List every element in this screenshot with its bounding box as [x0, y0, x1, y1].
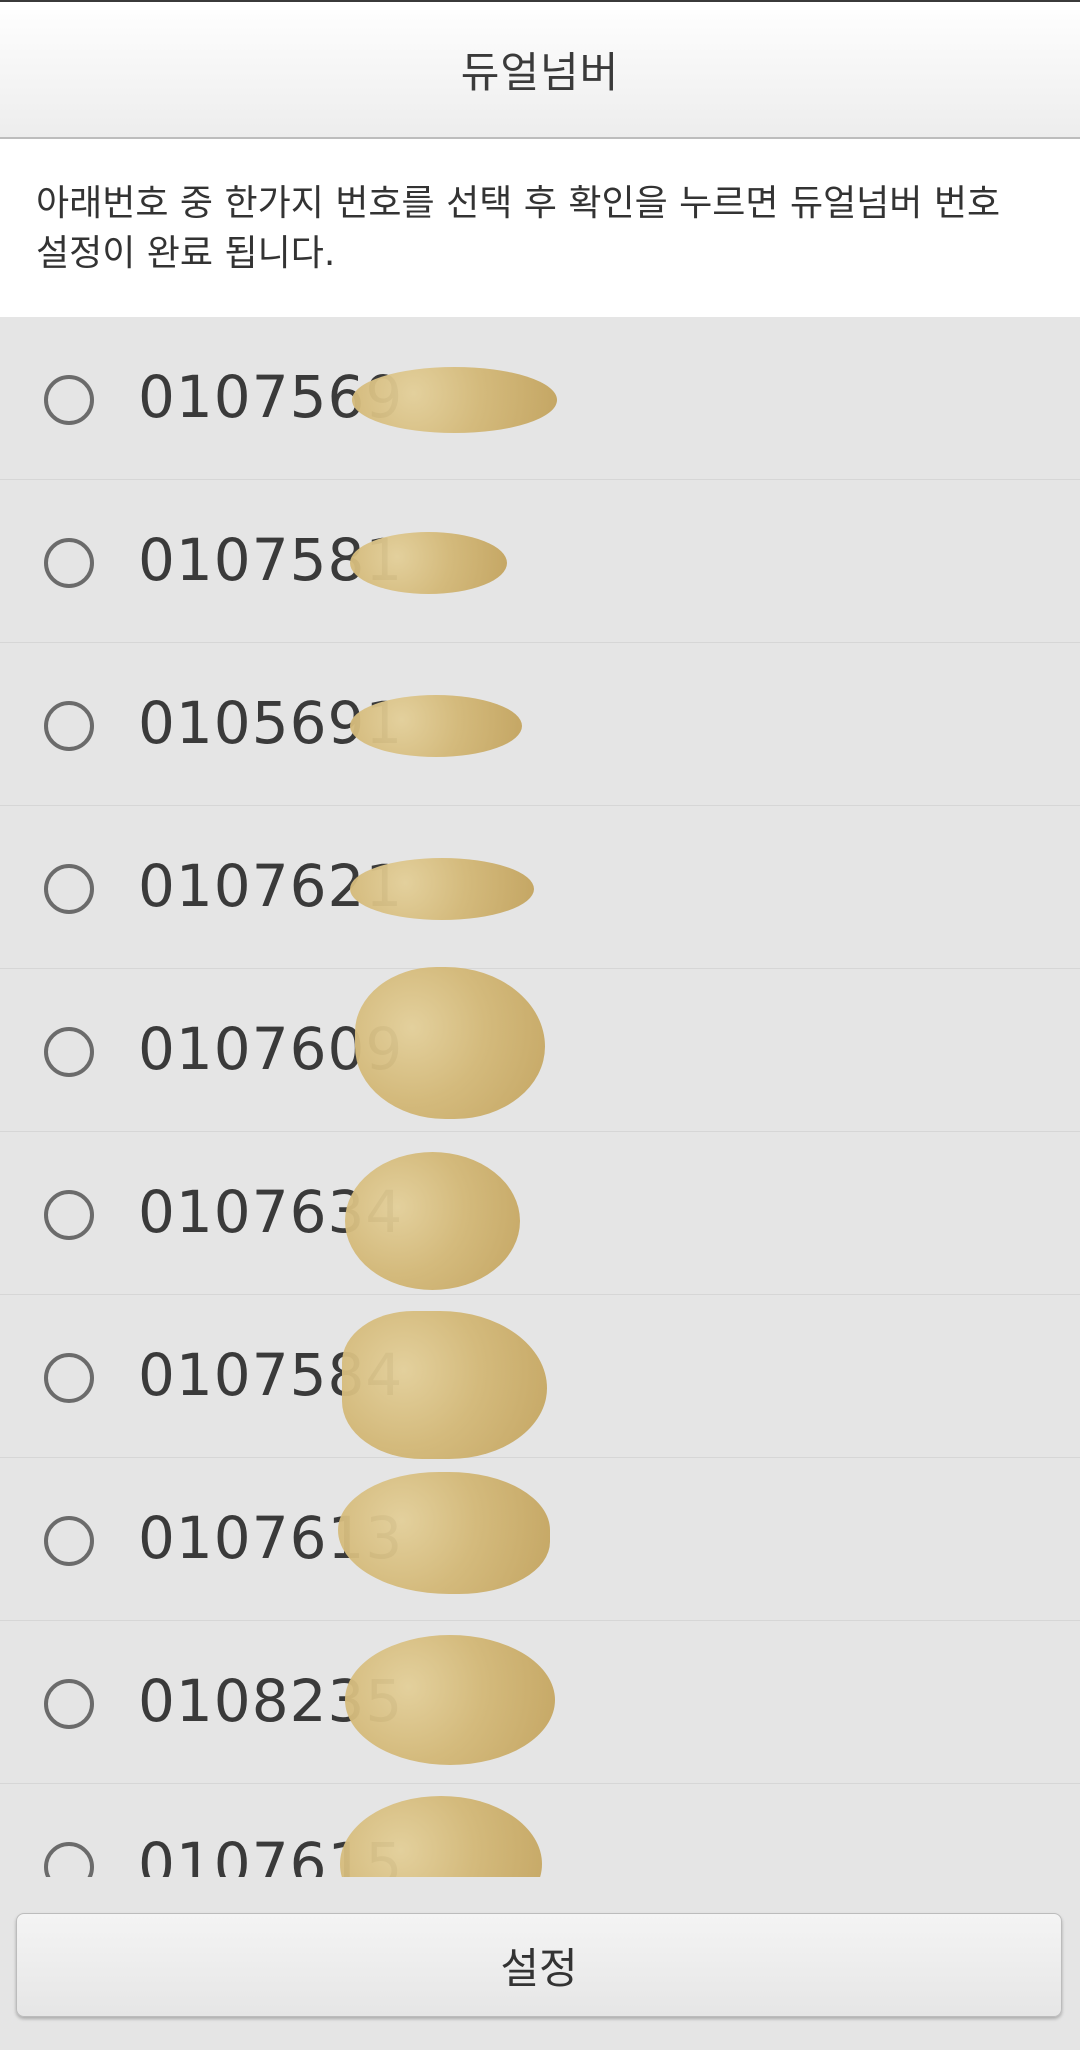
instruction-text: 아래번호 중 한가지 번호를 선택 후 확인을 누르면 듀얼넘버 번호 설정이 … [0, 139, 1080, 317]
redaction-mark [350, 858, 534, 920]
redaction-mark [352, 367, 557, 433]
radio-button[interactable] [44, 1027, 94, 1077]
confirm-button[interactable]: 설정 [16, 1913, 1062, 2017]
number-list: 0107569 0107581 0105691 0107621 0107609 … [0, 317, 1080, 1877]
radio-button[interactable] [44, 864, 94, 914]
number-option-5[interactable]: 0107609 [0, 967, 1080, 1132]
radio-button[interactable] [44, 1190, 94, 1240]
number-option-9[interactable]: 0108235 [0, 1621, 1080, 1784]
redaction-mark [345, 1152, 520, 1290]
redaction-mark [355, 967, 545, 1119]
number-option-3[interactable]: 0105691 [0, 643, 1080, 806]
radio-button[interactable] [44, 375, 94, 425]
redaction-mark [342, 1311, 547, 1459]
footer-bar: 설정 [0, 1877, 1080, 2050]
redaction-mark [340, 1796, 542, 1877]
number-option-2[interactable]: 0107581 [0, 480, 1080, 643]
redaction-mark [338, 1472, 550, 1594]
number-option-7[interactable]: 0107584 [0, 1295, 1080, 1459]
page-title: 듀얼넘버 [460, 48, 620, 97]
number-option-1[interactable]: 0107569 [0, 317, 1080, 480]
number-option-8[interactable]: 0107613 [0, 1458, 1080, 1621]
number-option-6[interactable]: 0107634 [0, 1132, 1080, 1295]
redaction-mark [350, 532, 507, 594]
radio-button[interactable] [44, 538, 94, 588]
radio-button[interactable] [44, 1842, 94, 1877]
redaction-mark [345, 1635, 555, 1765]
radio-button[interactable] [44, 1353, 94, 1403]
radio-button[interactable] [44, 701, 94, 751]
number-option-4[interactable]: 0107621 [0, 806, 1080, 969]
app-header: 듀얼넘버 [0, 0, 1080, 139]
redaction-mark [350, 695, 522, 757]
radio-button[interactable] [44, 1679, 94, 1729]
number-option-10[interactable]: 0107615 [0, 1784, 1080, 1877]
radio-button[interactable] [44, 1516, 94, 1566]
